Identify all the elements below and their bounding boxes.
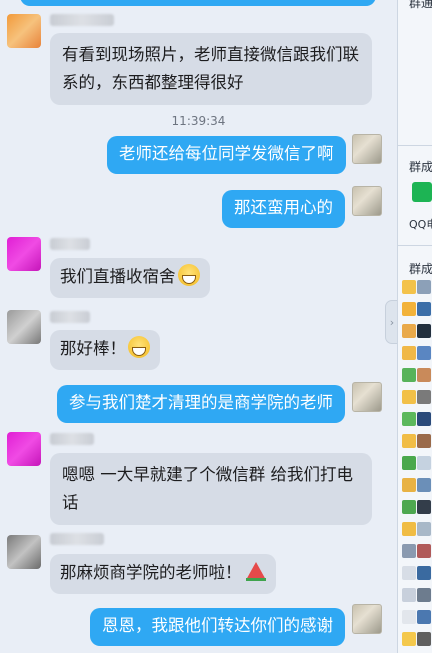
partial-outgoing-bubble [20, 0, 376, 6]
member-avatar[interactable] [417, 346, 431, 360]
member-avatar[interactable] [402, 610, 416, 624]
message-bubble: 参与我们楚才清理的是商学院的老师 [57, 385, 345, 423]
member-avatar[interactable] [402, 522, 416, 536]
message-text: 那麻烦商学院的老师啦！ [60, 563, 242, 582]
member-avatar[interactable] [417, 500, 431, 514]
grin-icon [128, 336, 150, 358]
message-bubble: 那麻烦商学院的老师啦！ [50, 554, 276, 594]
member-avatar[interactable] [417, 412, 431, 426]
member-list [402, 280, 432, 653]
avatar[interactable] [7, 237, 41, 271]
panel-label-top: 群通 [409, 0, 432, 10]
member-avatar[interactable] [417, 522, 431, 536]
chevron-right-icon: › [389, 315, 395, 329]
member-avatar[interactable] [417, 610, 431, 624]
message-text: 恩恩，我跟他们转达你们的感谢 [102, 616, 333, 635]
member-avatar[interactable] [417, 434, 431, 448]
panel-divider [397, 145, 432, 146]
phone-icon[interactable] [412, 182, 432, 202]
member-avatar[interactable] [402, 456, 416, 470]
sender-name [50, 14, 114, 26]
member-avatar[interactable] [402, 434, 416, 448]
member-avatar[interactable] [402, 368, 416, 382]
sender-name [50, 238, 90, 250]
message-bubble: 恩恩，我跟他们转达你们的感谢 [90, 608, 345, 646]
message-text: 老师还给每位同学发微信了啊 [119, 144, 334, 163]
collapse-panel-handle[interactable]: › [385, 300, 397, 344]
member-avatar[interactable] [417, 456, 431, 470]
watermelon-icon [245, 562, 266, 581]
member-avatar[interactable] [417, 324, 431, 338]
member-avatar[interactable] [402, 346, 416, 360]
app-label[interactable]: QQ电 [409, 216, 432, 232]
member-avatar[interactable] [402, 588, 416, 602]
sender-name [50, 311, 90, 323]
message-bubble: 有看到现场照片，老师直接微信跟我们联系的，东西都整理得很好 [50, 33, 372, 105]
message-bubble: 老师还给每位同学发微信了啊 [107, 136, 346, 174]
member-avatar[interactable] [417, 280, 431, 294]
timestamp: 11:39:34 [171, 114, 226, 128]
member-avatar[interactable] [417, 588, 431, 602]
member-avatar[interactable] [417, 478, 431, 492]
member-avatar[interactable] [417, 632, 431, 646]
message-bubble: 我们直播收宿舍 [50, 258, 210, 298]
avatar[interactable] [352, 134, 382, 164]
member-avatar[interactable] [402, 302, 416, 316]
member-avatar[interactable] [417, 368, 431, 382]
message-text: 那好棒！ [60, 339, 126, 358]
member-avatar[interactable] [402, 280, 416, 294]
sender-name [50, 533, 104, 545]
member-avatar[interactable] [417, 302, 431, 316]
message-text: 嗯嗯 一大早就建了个微信群 给我们打电话 [62, 465, 353, 512]
member-avatar[interactable] [402, 632, 416, 646]
message-text: 有看到现场照片，老师直接微信跟我们联系的，东西都整理得很好 [62, 45, 359, 92]
avatar[interactable] [352, 186, 382, 216]
member-avatar[interactable] [402, 412, 416, 426]
panel-section-title: 群成 [409, 160, 432, 174]
member-avatar[interactable] [402, 500, 416, 514]
avatar[interactable] [7, 14, 41, 48]
message-bubble: 那还蛮用心的 [222, 190, 345, 228]
member-avatar[interactable] [417, 566, 431, 580]
message-text: 我们直播收宿舍 [60, 267, 176, 286]
member-avatar[interactable] [417, 390, 431, 404]
message-text: 参与我们楚才清理的是商学院的老师 [69, 393, 333, 412]
member-avatar[interactable] [402, 544, 416, 558]
message-bubble: 那好棒！ [50, 330, 160, 370]
member-avatar[interactable] [402, 324, 416, 338]
avatar[interactable] [352, 382, 382, 412]
avatar[interactable] [7, 310, 41, 344]
member-avatar[interactable] [402, 566, 416, 580]
message-text: 那还蛮用心的 [234, 198, 333, 217]
chat-area: 有看到现场照片，老师直接微信跟我们联系的，东西都整理得很好 11:39:34 老… [0, 0, 397, 653]
panel-section-title: 群成 [409, 262, 432, 276]
member-avatar[interactable] [402, 390, 416, 404]
sender-name [50, 433, 94, 445]
member-avatar[interactable] [402, 478, 416, 492]
member-avatar[interactable] [417, 544, 431, 558]
avatar[interactable] [7, 535, 41, 569]
avatar[interactable] [352, 604, 382, 634]
message-bubble: 嗯嗯 一大早就建了个微信群 给我们打电话 [50, 453, 372, 525]
panel-divider [397, 245, 432, 246]
grin-icon [177, 264, 200, 286]
avatar[interactable] [7, 432, 41, 466]
